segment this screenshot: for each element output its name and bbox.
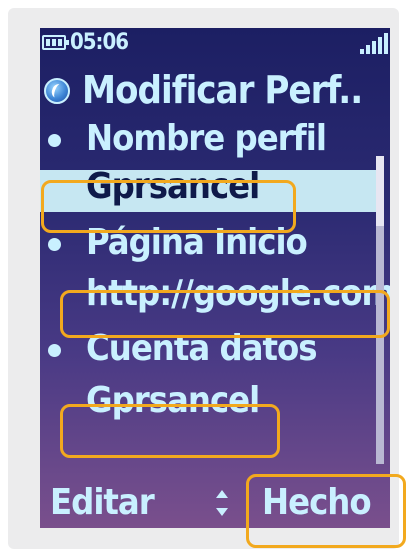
scrollbar-thumb[interactable]: [376, 156, 384, 226]
annotation-box-cuenta-datos: [60, 404, 280, 458]
bullet-icon: [48, 238, 61, 251]
field-label: Nombre perfil: [86, 118, 327, 159]
page-title: Modificar Perf..: [82, 68, 363, 112]
clock: 05:06: [70, 30, 129, 55]
annotation-box-pagina-inicio: [60, 290, 390, 338]
up-down-arrows-icon: [214, 484, 230, 524]
field-label-row-nombre-perfil: Nombre perfil: [40, 118, 390, 164]
annotation-box-nombre-perfil: [41, 180, 296, 233]
edit-softkey[interactable]: Editar: [50, 482, 155, 523]
signal-strength-icon: [360, 32, 388, 54]
bullet-icon: [48, 344, 61, 357]
header: Modificar Perf..: [40, 66, 390, 116]
bullet-icon: [48, 134, 61, 147]
status-bar: 05:06: [40, 28, 390, 58]
annotation-box-hecho: [246, 474, 406, 548]
battery-icon: [42, 35, 69, 50]
globe-icon: [44, 78, 70, 104]
